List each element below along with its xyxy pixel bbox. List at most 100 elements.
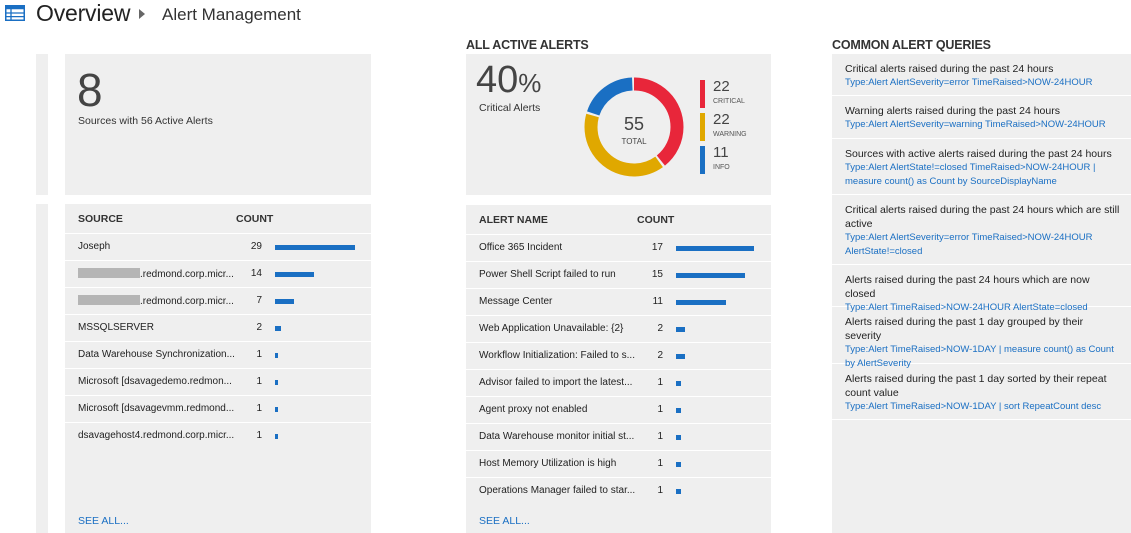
- active-alerts-tile[interactable]: 40% Critical Alerts 55 TOTAL 22 CRITICAL 2…: [466, 54, 771, 195]
- table-row[interactable]: Advisor failed to import the latest... 1: [466, 369, 771, 396]
- row-name-text: Agent proxy not enabled: [479, 404, 588, 415]
- table-row[interactable]: Web Application Unavailable: {2} 2: [466, 315, 771, 342]
- row-name: Advisor failed to import the latest...: [479, 377, 636, 388]
- count-bar: [275, 407, 278, 412]
- table-row[interactable]: Workflow Initialization: Failed to s... 2: [466, 342, 771, 369]
- query-link[interactable]: Type:Alert AlertSeverity=error TimeRaise…: [845, 231, 1121, 259]
- table-row[interactable]: Office 365 Incident 17: [466, 234, 771, 261]
- query-item[interactable]: Warning alerts raised during the past 24…: [832, 96, 1131, 139]
- row-name: Microsoft [dsavagedemo.redmon...: [78, 376, 235, 387]
- col-count-header: COUNT: [637, 214, 675, 226]
- row-name: Workflow Initialization: Failed to s...: [479, 350, 636, 361]
- count-bar: [676, 300, 727, 305]
- query-item[interactable]: Alerts raised during the past 1 day grou…: [832, 307, 1131, 369]
- col-alert-name-header: ALERT NAME: [479, 214, 548, 226]
- legend-label: CRITICAL: [713, 98, 745, 105]
- count-bar: [676, 246, 754, 251]
- row-name: Agent proxy not enabled: [479, 404, 636, 415]
- query-item[interactable]: Sources with active alerts raised during…: [832, 139, 1131, 195]
- count-bar: [676, 435, 681, 440]
- table-row[interactable]: dsavagehost4.redmond.corp.micr... 1: [65, 422, 371, 449]
- query-title: Warning alerts raised during the past 24…: [845, 105, 1060, 117]
- query-title: Critical alerts raised during the past 2…: [845, 204, 1120, 230]
- redacted-text: [78, 268, 140, 278]
- table-row[interactable]: Host Memory Utilization is high 1: [466, 450, 771, 477]
- offscreen-tile-edge: [36, 204, 48, 533]
- row-name-text: .redmond.corp.micr...: [140, 296, 234, 307]
- table-row[interactable]: Data Warehouse monitor initial st... 1: [466, 423, 771, 450]
- count-bar: [676, 489, 681, 494]
- row-count: 1: [657, 431, 663, 442]
- row-name-text: Advisor failed to import the latest...: [479, 377, 633, 388]
- table-view-icon: [5, 5, 25, 21]
- row-name-text: Data Warehouse Synchronization...: [78, 349, 235, 360]
- breadcrumb-chevron-icon: [139, 9, 145, 19]
- sources-see-all-link[interactable]: SEE ALL...: [78, 515, 129, 527]
- query-title: Alerts raised during the past 24 hours w…: [845, 274, 1090, 300]
- query-link[interactable]: Type:Alert AlertSeverity=warning TimeRai…: [845, 118, 1121, 132]
- query-link[interactable]: Type:Alert TimeRaised>NOW-1DAY | sort Re…: [845, 400, 1121, 414]
- alerts-see-all-link[interactable]: SEE ALL...: [479, 515, 530, 527]
- row-name: dsavagehost4.redmond.corp.micr...: [78, 430, 235, 441]
- row-name-text: Host Memory Utilization is high: [479, 458, 617, 469]
- row-count: 2: [657, 323, 663, 334]
- count-bar: [676, 408, 681, 413]
- col-source-header: SOURCE: [78, 213, 123, 225]
- row-count: 1: [256, 376, 262, 387]
- breadcrumb-current: Alert Management: [162, 5, 301, 24]
- row-name-text: Power Shell Script failed to run: [479, 269, 616, 280]
- query-link[interactable]: Type:Alert AlertSeverity=error TimeRaise…: [845, 76, 1121, 90]
- row-name-text: Microsoft [dsavagedemo.redmon...: [78, 376, 232, 387]
- count-bar: [676, 462, 681, 467]
- row-count: 14: [250, 268, 262, 279]
- table-row[interactable]: Message Center 11: [466, 288, 771, 315]
- row-name-text: Message Center: [479, 296, 553, 307]
- row-name-text: Workflow Initialization: Failed to s...: [479, 350, 635, 361]
- count-bar: [676, 273, 745, 278]
- row-name-text: Operations Manager failed to star...: [479, 485, 636, 496]
- query-link[interactable]: Type:Alert AlertState!=closed TimeRaised…: [845, 161, 1121, 189]
- legend-value: 22: [713, 111, 730, 128]
- table-row[interactable]: Power Shell Script failed to run 15: [466, 261, 771, 288]
- table-row[interactable]: Microsoft [dsavagevmm.redmond... 1: [65, 395, 371, 422]
- table-row[interactable]: Operations Manager failed to star... 1: [466, 477, 771, 504]
- query-item[interactable]: Critical alerts raised during the past 2…: [832, 54, 1131, 96]
- col-count-header: COUNT: [236, 213, 274, 225]
- table-row[interactable]: MSSQLSERVER 2: [65, 314, 371, 341]
- critical-percent: 40%: [476, 59, 542, 101]
- critical-percent-caption: Critical Alerts: [479, 102, 541, 114]
- count-bar: [275, 353, 278, 358]
- page-title[interactable]: Overview: [36, 0, 130, 27]
- legend-swatch: [700, 113, 705, 141]
- row-name: Power Shell Script failed to run: [479, 269, 636, 280]
- sources-summary-tile[interactable]: 8 Sources with 56 Active Alerts: [65, 54, 371, 195]
- count-bar: [676, 381, 681, 386]
- query-item[interactable]: Alerts raised during the past 1 day sort…: [832, 364, 1131, 420]
- table-row[interactable]: .redmond.corp.micr... 7: [65, 287, 371, 314]
- query-title: Alerts raised during the past 1 day sort…: [845, 373, 1107, 399]
- count-bar: [275, 380, 278, 385]
- row-name: Data Warehouse Synchronization...: [78, 349, 235, 360]
- row-count: 1: [657, 404, 663, 415]
- table-row[interactable]: Agent proxy not enabled 1: [466, 396, 771, 423]
- sources-rows: Joseph 29 .redmond.corp.micr... 14 .redmond.…: [65, 233, 371, 503]
- table-row[interactable]: Joseph 29: [65, 233, 371, 260]
- active-alerts-title: ALL ACTIVE ALERTS: [466, 38, 589, 52]
- row-count: 1: [657, 485, 663, 496]
- row-name: .redmond.corp.micr...: [78, 268, 235, 280]
- query-item[interactable]: Alerts raised during the past 24 hours w…: [832, 265, 1131, 313]
- table-row[interactable]: Data Warehouse Synchronization... 1: [65, 341, 371, 368]
- row-name-text: Office 365 Incident: [479, 242, 563, 253]
- query-item[interactable]: Critical alerts raised during the past 2…: [832, 195, 1131, 265]
- query-title: Alerts raised during the past 1 day grou…: [845, 316, 1084, 342]
- query-title: Critical alerts raised during the past 2…: [845, 63, 1054, 75]
- row-count: 1: [657, 377, 663, 388]
- row-name-text: MSSQLSERVER: [78, 322, 154, 333]
- row-name-text: Web Application Unavailable: {2}: [479, 323, 624, 334]
- table-row[interactable]: Microsoft [dsavagedemo.redmon... 1: [65, 368, 371, 395]
- row-name: .redmond.corp.micr...: [78, 295, 235, 307]
- table-row[interactable]: .redmond.corp.micr... 14: [65, 260, 371, 287]
- row-count: 1: [256, 403, 262, 414]
- count-bar: [275, 299, 295, 304]
- legend-label: WARNING: [713, 131, 747, 138]
